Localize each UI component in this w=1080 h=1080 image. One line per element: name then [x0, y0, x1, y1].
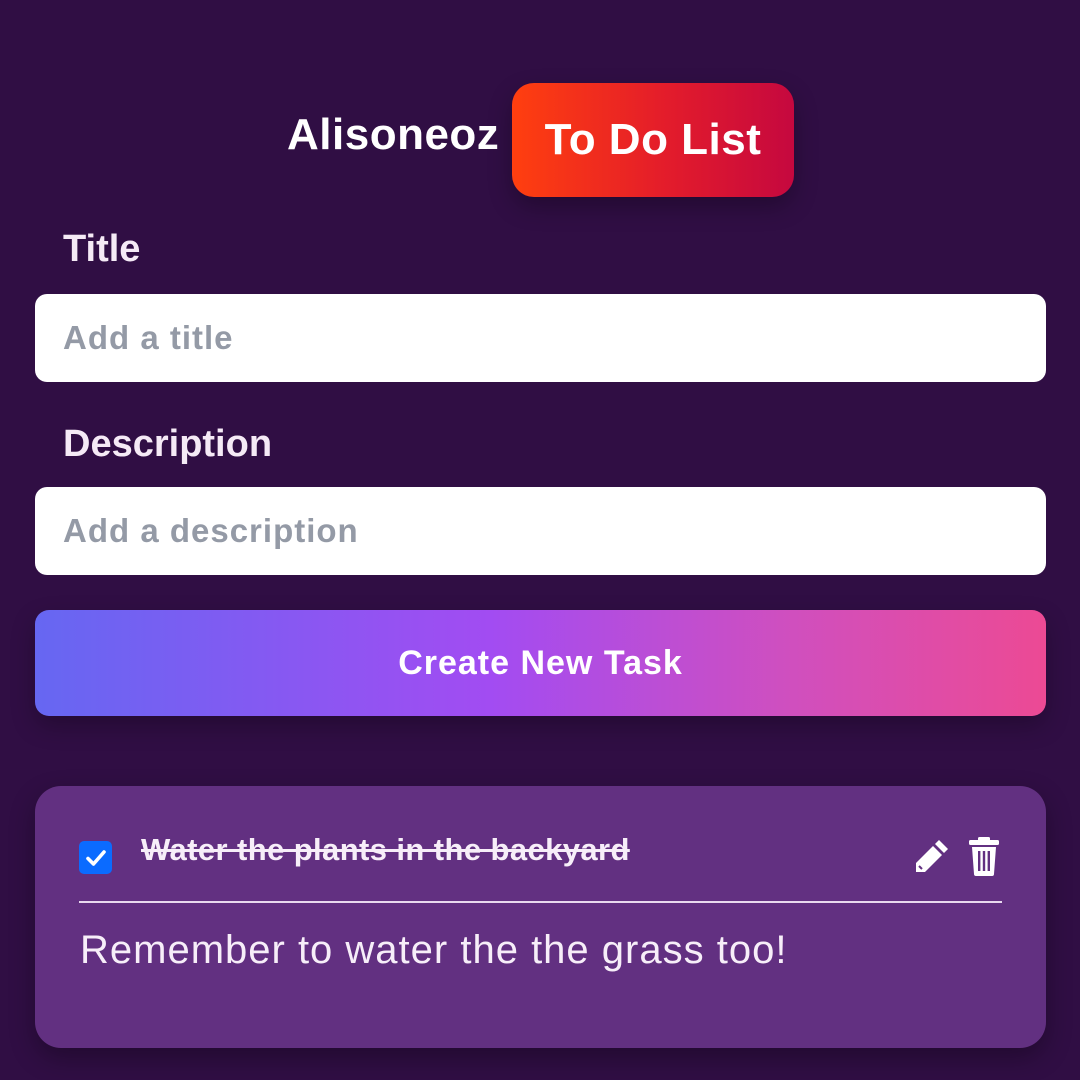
description-input[interactable] — [35, 487, 1046, 575]
pencil-icon — [916, 840, 948, 872]
edit-task-button[interactable] — [912, 836, 952, 876]
delete-task-button[interactable] — [967, 836, 1001, 876]
title-input[interactable] — [35, 294, 1046, 382]
task-divider — [79, 901, 1002, 903]
brand-name: Alisoneoz — [287, 110, 500, 159]
title-label: Title — [63, 228, 141, 270]
description-label: Description — [63, 423, 273, 465]
trash-icon — [969, 837, 999, 876]
task-title: Water the plants in the backyard — [141, 832, 630, 867]
check-icon — [85, 849, 106, 866]
todo-app: Alisoneoz To Do List Title Description C… — [0, 0, 1080, 1080]
task-complete-checkbox[interactable] — [79, 841, 112, 874]
todo-list-badge: To Do List — [512, 83, 794, 197]
task-description: Remember to water the the grass too! — [80, 928, 788, 972]
create-task-button[interactable]: Create New Task — [35, 610, 1046, 716]
task-card: Water the plants in the backyard Remembe… — [35, 786, 1046, 1048]
